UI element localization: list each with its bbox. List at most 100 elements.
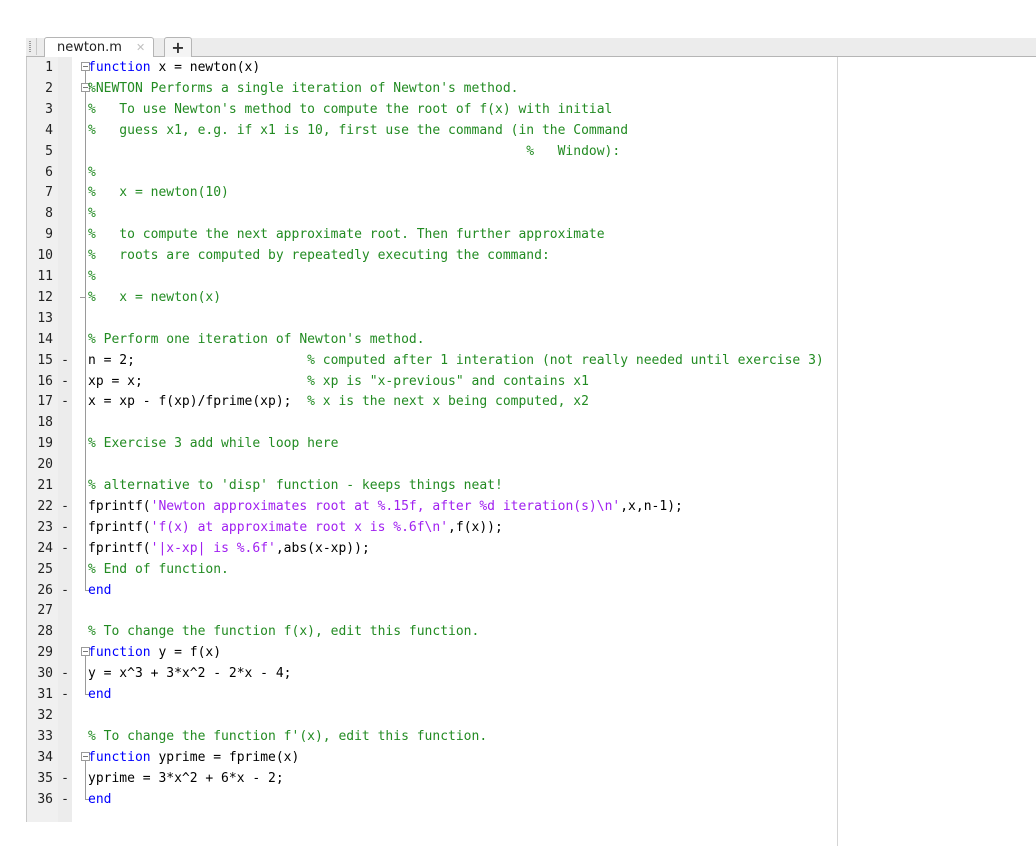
code-line[interactable]: 36- end — [26, 788, 1026, 810]
code-text[interactable]: fprintf('f(x) at approximate root x is %… — [88, 517, 503, 538]
code-text[interactable]: yprime = 3*x^2 + 6*x - 2; — [88, 768, 284, 789]
code-line[interactable]: 15- n = 2; % computed after 1 interation … — [26, 349, 1026, 371]
code-text[interactable]: % End of function. — [88, 559, 229, 580]
code-text[interactable]: % Perform one iteration of Newton's meth… — [88, 329, 425, 350]
code-text[interactable]: y = x^3 + 3*x^2 - 2*x - 4; — [88, 663, 292, 684]
code-text[interactable]: % Window): — [88, 141, 620, 162]
executable-line-marker[interactable]: - — [58, 768, 72, 789]
code-text[interactable]: end — [88, 789, 111, 810]
code-line[interactable]: 5 % Window): — [26, 140, 1026, 162]
line-number: 26 — [37, 582, 53, 598]
code-text[interactable]: % To use Newton's method to compute the … — [88, 99, 612, 120]
code-text[interactable]: x = xp - f(xp)/fprime(xp); % x is the ne… — [88, 391, 589, 412]
code-line[interactable]: 7 % x = newton(10) — [26, 182, 1026, 204]
code-line[interactable]: 8% — [26, 203, 1026, 225]
code-line[interactable]: 31- end — [26, 684, 1026, 705]
code-line[interactable]: 34 function yprime = fprime(x) — [26, 747, 1026, 768]
code-line[interactable]: 3 % To use Newton's method to compute the… — [26, 98, 1026, 120]
code-line[interactable]: 11% — [26, 266, 1026, 287]
code-line[interactable]: 13 — [26, 307, 1026, 329]
new-tab-button[interactable]: + — [164, 37, 192, 57]
line-number: 28 — [37, 624, 53, 640]
code-text[interactable]: % To change the function f'(x), edit thi… — [88, 726, 487, 747]
line-number: 7 — [45, 185, 53, 201]
line-number: 17 — [37, 394, 53, 410]
code-text[interactable]: % — [88, 162, 96, 183]
code-line[interactable]: 24- fprintf('|x-xp| is %.6f',abs(x-xp)); — [26, 537, 1026, 559]
code-text[interactable]: xp = x; % xp is "x-previous" and contain… — [88, 371, 589, 392]
code-text[interactable]: % x = newton(x) — [88, 287, 221, 308]
code-text[interactable]: % Exercise 3 add while loop here — [88, 433, 338, 454]
code-line[interactable]: 33 % To change the function f'(x), edit t… — [26, 726, 1026, 747]
code-text[interactable]: n = 2; % computed after 1 interation (no… — [88, 350, 824, 371]
code-text[interactable]: %NEWTON Performs a single iteration of N… — [88, 78, 518, 99]
code-line[interactable]: 25 % End of function. — [26, 558, 1026, 580]
executable-line-marker[interactable]: - — [58, 663, 72, 684]
code-line[interactable]: 17- x = xp - f(xp)/fprime(xp); % x is the… — [26, 391, 1026, 413]
code-text[interactable]: % alternative to 'disp' function - keeps… — [88, 475, 503, 496]
code-line[interactable]: 32 — [26, 705, 1026, 726]
code-line[interactable]: 16- xp = x; % xp is "x-previous" and cont… — [26, 370, 1026, 392]
code-text[interactable]: % to compute the next approximate root. … — [88, 224, 605, 245]
code-text[interactable]: fprintf('Newton approximates root at %.1… — [88, 496, 683, 517]
code-text[interactable]: % x = newton(10) — [88, 182, 229, 203]
code-text[interactable]: end — [88, 684, 111, 705]
code-line[interactable]: 1 function x = newton(x) — [26, 57, 1026, 78]
code-line[interactable]: 29 function y = f(x) — [26, 642, 1026, 664]
executable-line-marker[interactable]: - — [58, 789, 72, 810]
line-number: 10 — [37, 248, 53, 264]
code-line[interactable]: 9 % to compute the next approximate root.… — [26, 224, 1026, 246]
line-number: 30 — [37, 666, 53, 682]
executable-line-marker[interactable]: - — [58, 391, 72, 412]
string-token: 'Newton approximates root at %.15f, afte… — [150, 498, 621, 514]
code-text[interactable]: function y = f(x) — [88, 642, 221, 663]
code-text[interactable]: % roots are computed by repeatedly execu… — [88, 245, 550, 266]
code-line[interactable]: 2 %NEWTON Performs a single iteration of … — [26, 77, 1026, 99]
code-line[interactable]: 22- fprintf('Newton approximates root at … — [26, 495, 1026, 517]
code-line[interactable]: 14 % Perform one iteration of Newton's me… — [26, 328, 1026, 350]
code-line[interactable]: 23- fprintf('f(x) at approximate root x i… — [26, 516, 1026, 538]
code-editor[interactable]: 1 function x = newton(x) 2 %NEWTON Performs… — [26, 57, 1036, 822]
executable-line-marker[interactable]: - — [58, 496, 72, 517]
code-line[interactable]: 26- end — [26, 579, 1026, 601]
code-text[interactable]: % — [88, 266, 96, 287]
code-text[interactable]: % To change the function f(x), edit this… — [88, 621, 479, 642]
code-line[interactable]: 4 % guess x1, e.g. if x1 is 10, first use… — [26, 119, 1026, 141]
code-text[interactable]: % — [88, 203, 96, 224]
code-line[interactable]: 10 % roots are computed by repeatedly exe… — [26, 245, 1026, 267]
comment-token: % xp is "x-previous" and contains x1 — [307, 373, 589, 389]
code-text[interactable]: function yprime = fprime(x) — [88, 747, 299, 768]
line-number: 34 — [37, 749, 53, 765]
close-icon[interactable]: ✕ — [136, 41, 145, 54]
line-number: 35 — [37, 770, 53, 786]
code-text[interactable]: fprintf('|x-xp| is %.6f',abs(x-xp)); — [88, 538, 370, 559]
executable-line-marker[interactable]: - — [58, 580, 72, 601]
executable-line-marker[interactable]: - — [58, 517, 72, 538]
line-number: 22 — [37, 498, 53, 514]
code-line[interactable]: 21 % alternative to 'disp' function - kee… — [26, 475, 1026, 496]
executable-line-marker[interactable]: - — [58, 350, 72, 371]
code-line[interactable]: 20 — [26, 454, 1026, 476]
code-text[interactable]: function x = newton(x) — [88, 57, 260, 78]
comment-token: % Perform one iteration of Newton's meth… — [88, 331, 425, 347]
code-line[interactable]: 28 % To change the function f(x), edit th… — [26, 621, 1026, 642]
code-line[interactable]: 30- y = x^3 + 3*x^2 - 2*x - 4; — [26, 663, 1026, 685]
code-line[interactable]: 18 — [26, 412, 1026, 434]
code-line[interactable]: 6% — [26, 161, 1026, 183]
code-line[interactable]: 12 % x = newton(x) — [26, 286, 1026, 308]
code-text[interactable]: % guess x1, e.g. if x1 is 10, first use … — [88, 120, 628, 141]
executable-line-marker[interactable]: - — [58, 538, 72, 559]
fold-indicator — [79, 307, 93, 329]
keyword-token: end — [88, 791, 112, 807]
code-token: fprintf( — [88, 519, 151, 535]
code-line[interactable]: 35- yprime = 3*x^2 + 6*x - 2; — [26, 767, 1026, 789]
tab-newton-m[interactable]: newton.m ✕ — [44, 37, 155, 57]
code-line[interactable]: 27 — [26, 600, 1026, 621]
executable-line-marker[interactable]: - — [58, 371, 72, 392]
line-number: 8 — [45, 206, 53, 222]
drag-grip-icon[interactable] — [26, 38, 37, 55]
executable-line-marker[interactable]: - — [58, 684, 72, 705]
code-text[interactable]: end — [88, 580, 111, 601]
right-margin-line — [837, 57, 838, 846]
code-line[interactable]: 19 % Exercise 3 add while loop here — [26, 433, 1026, 455]
